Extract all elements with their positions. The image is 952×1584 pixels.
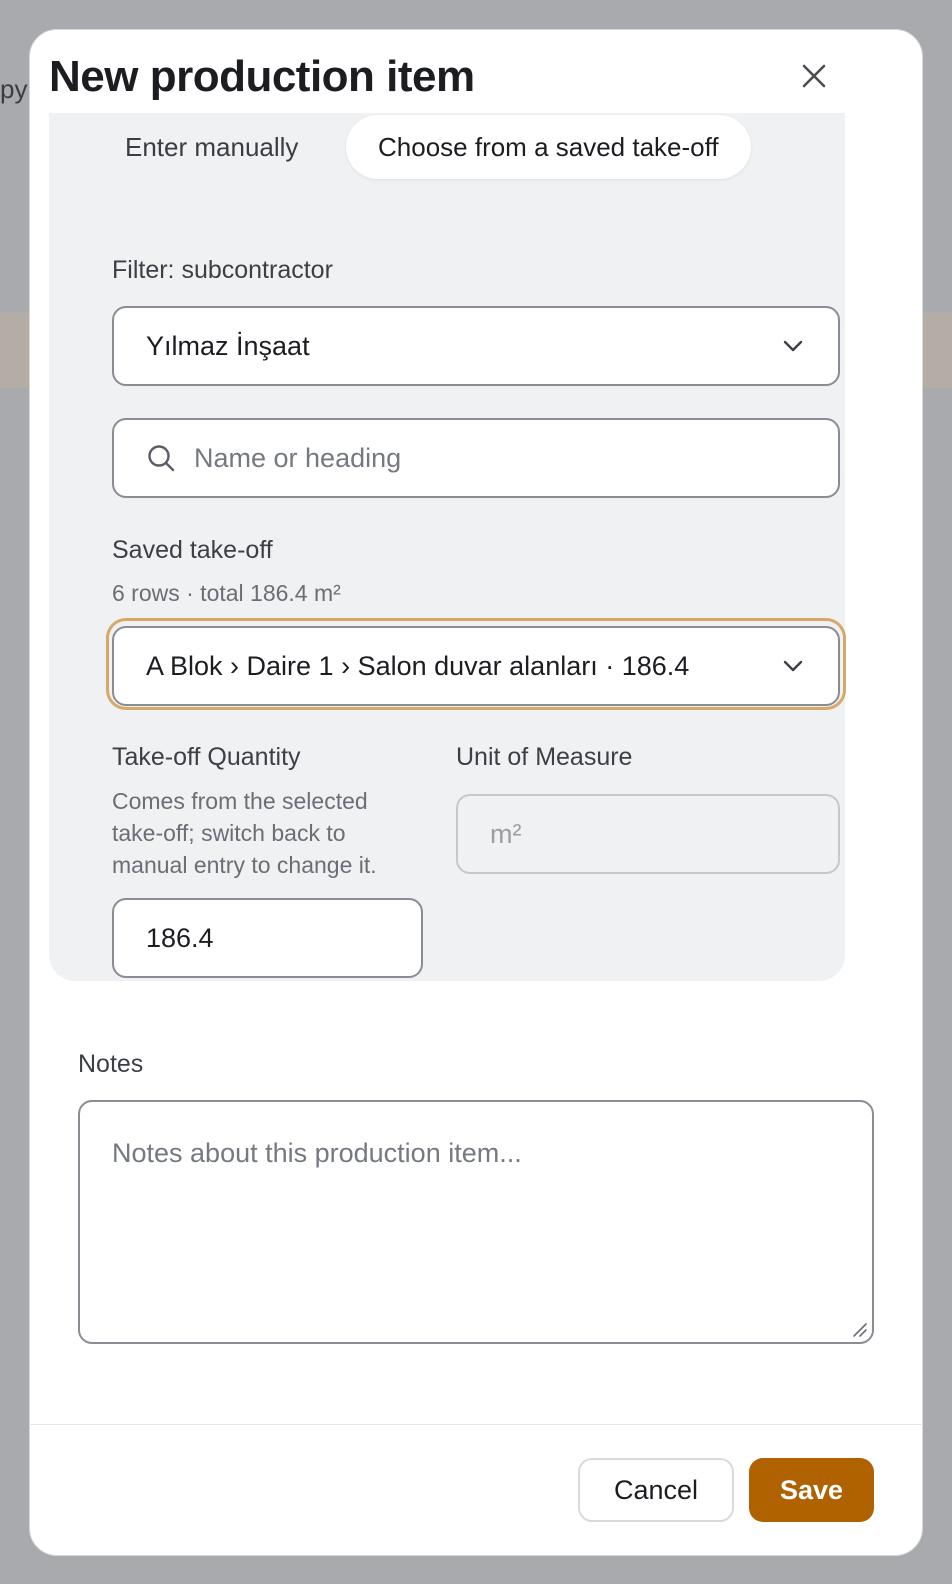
takeoff-search-field[interactable]: Name or heading <box>112 418 840 498</box>
tab-choose-saved-takeoff[interactable]: Choose from a saved take-off <box>346 115 751 179</box>
quantity-help-text: Comes from the selected take-off; switch… <box>112 788 377 878</box>
cancel-button[interactable]: Cancel <box>578 1458 734 1522</box>
close-icon <box>802 64 826 88</box>
footer-divider <box>29 1424 923 1425</box>
resize-handle-icon[interactable] <box>850 1320 868 1338</box>
close-button[interactable] <box>796 58 832 94</box>
background-text: py <box>0 74 28 104</box>
chevron-down-icon <box>783 340 803 352</box>
unit-field: m² <box>456 794 840 874</box>
saved-takeoff-select-value: A Blok › Daire 1 › Salon duvar alanları … <box>146 650 690 681</box>
unit-label: Unit of Measure <box>456 743 633 771</box>
quantity-field[interactable]: 186.4 <box>112 898 423 978</box>
saved-takeoff-label: Saved take-off <box>112 536 273 564</box>
subcontractor-select[interactable]: Yılmaz İnşaat <box>112 306 840 386</box>
quantity-value: 186.4 <box>146 922 214 953</box>
notes-label: Notes <box>78 1050 144 1078</box>
filter-label: Filter: subcontractor <box>112 256 333 284</box>
saved-takeoff-summary: 6 rows · total 186.4 m² <box>112 580 341 606</box>
notes-textarea[interactable]: Notes about this production item... <box>78 1100 874 1344</box>
unit-value: m² <box>490 818 522 849</box>
tab-enter-manually[interactable]: Enter manually <box>93 115 330 179</box>
saved-takeoff-select[interactable]: A Blok › Daire 1 › Salon duvar alanları … <box>112 626 840 706</box>
search-input[interactable]: Name or heading <box>194 443 806 474</box>
subcontractor-select-value: Yılmaz İnşaat <box>146 330 310 361</box>
notes-placeholder: Notes about this production item... <box>112 1138 522 1168</box>
dialog-title: New production item <box>49 52 475 101</box>
chevron-down-icon <box>783 660 803 672</box>
search-icon <box>148 445 175 472</box>
save-button[interactable]: Save <box>749 1458 874 1522</box>
quantity-label: Take-off Quantity <box>112 743 301 771</box>
